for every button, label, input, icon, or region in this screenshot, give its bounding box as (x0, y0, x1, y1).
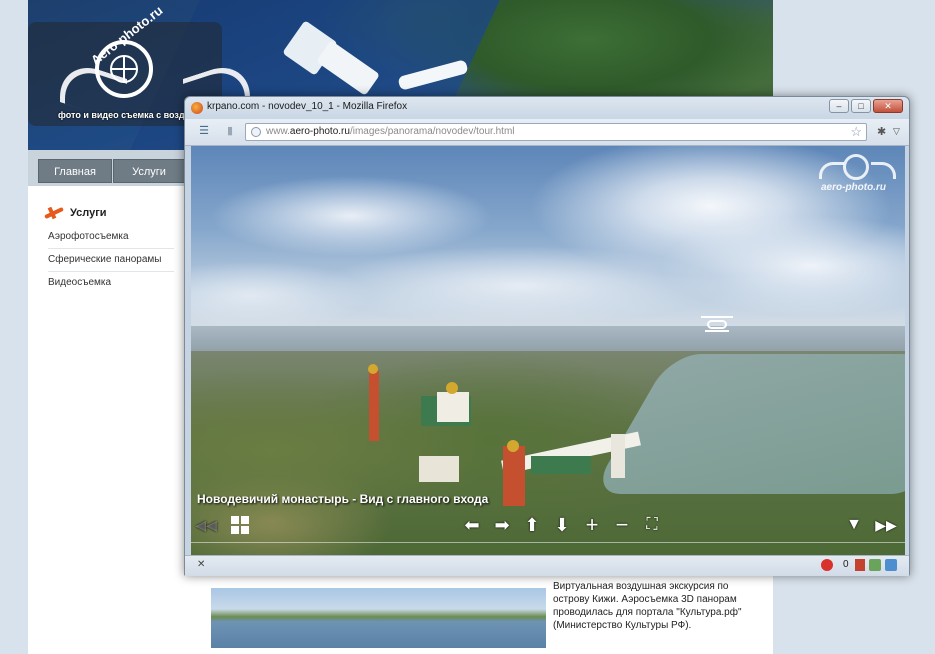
address-url[interactable]: www.aero-photo.ru/images/panorama/novode… (266, 126, 515, 137)
download-icon[interactable] (885, 559, 897, 571)
window-title: krpano.com - novodev_10_1 - Mozilla Fire… (207, 101, 408, 112)
pan-up-icon[interactable]: ⬆ (521, 514, 543, 536)
addon-green-icon[interactable] (869, 559, 881, 571)
zoom-in-icon[interactable]: + (581, 514, 603, 536)
gate-church (503, 446, 525, 506)
hide-controls-icon[interactable]: ▼ (843, 514, 865, 536)
panorama-caption: Новодевичий монастырь - Вид с главного в… (197, 492, 489, 506)
signal-bars-icon: ▮ (226, 125, 234, 137)
pan-right-icon[interactable]: ➡ (491, 514, 513, 536)
sidebar-item-aerial-photo[interactable]: Аэрофотосъемка (48, 231, 174, 249)
sidebar-heading-label: Услуги (70, 207, 107, 219)
thumbnails-grid-icon[interactable] (231, 516, 249, 534)
status-close-icon[interactable]: ✕ (197, 559, 205, 570)
wing-right-icon (871, 162, 896, 179)
fullscreen-icon[interactable]: ⛶ (641, 514, 663, 536)
zoom-out-icon[interactable]: − (611, 514, 633, 536)
pan-down-icon[interactable]: ⬇ (551, 514, 573, 536)
aero-photo-watermark: aero-photo.ru (817, 154, 897, 194)
bell-tower (369, 371, 379, 441)
sidebar-heading: Услуги (44, 204, 107, 222)
logo-subtitle: фото и видео съемка с воздух (58, 110, 195, 120)
helicopter-hotspot-icon[interactable] (701, 314, 733, 332)
watermark-text: aero-photo.ru (821, 182, 886, 193)
pan-left-icon[interactable]: ⬅ (461, 514, 483, 536)
addon-icon[interactable]: ✱ (877, 125, 886, 138)
address-bar[interactable]: www.aero-photo.ru/images/panorama/novode… (245, 123, 867, 141)
kizhi-panorama-thumbnail[interactable] (211, 588, 546, 648)
promo-description: Виртуальная воздушная экскурсия по остро… (553, 581, 742, 631)
minimize-button[interactable]: – (829, 99, 849, 113)
cathedral (437, 392, 469, 422)
page-margin-left (0, 0, 28, 654)
wing-left-icon (819, 162, 844, 179)
feed-icon[interactable]: ☰ (197, 124, 211, 138)
status-count: 0 (843, 559, 849, 570)
addon-red-icon[interactable] (855, 559, 865, 571)
panorama-viewer[interactable]: aero-photo.ru Новодевичий монастырь - Ви… (191, 146, 905, 555)
bookmark-star-icon[interactable]: ☆ (850, 124, 862, 140)
sidebar-item-video[interactable]: Видеосъемка (48, 277, 174, 294)
panorama-controls: ◀◀ ⬅ ➡ ⬆ ⬇ + − ⛶ ▼ ▶▶ (191, 510, 905, 540)
previous-scene-icon[interactable]: ◀◀ (195, 514, 217, 536)
globe-icon (110, 55, 138, 83)
airplane-icon (44, 206, 64, 220)
aperture-icon (843, 154, 869, 180)
close-button[interactable]: ✕ (873, 99, 903, 113)
panorama-sky (191, 146, 905, 331)
nav-services[interactable]: Услуги (113, 159, 185, 183)
status-bar: ✕ 0 (185, 555, 909, 576)
site-identity-icon[interactable] (251, 127, 261, 137)
controls-divider (191, 542, 905, 543)
window-titlebar[interactable]: krpano.com - novodev_10_1 - Mozilla Fire… (185, 97, 909, 119)
browser-toolbar: ☰ ▮ www.aero-photo.ru/images/panorama/no… (185, 119, 909, 146)
firefox-icon (191, 102, 203, 114)
adblock-icon[interactable] (821, 559, 833, 571)
nav-home[interactable]: Главная (38, 159, 112, 183)
maximize-button[interactable]: □ (851, 99, 871, 113)
firefox-window: krpano.com - novodev_10_1 - Mozilla Fire… (184, 96, 910, 576)
sidebar-item-spherical-panoramas[interactable]: Сферические панорамы (48, 254, 174, 272)
chevron-down-icon[interactable]: ▽ (893, 126, 900, 137)
next-scene-icon[interactable]: ▶▶ (875, 514, 897, 536)
sidebar: Услуги Аэрофотосъемка Сферические панора… (28, 186, 188, 654)
